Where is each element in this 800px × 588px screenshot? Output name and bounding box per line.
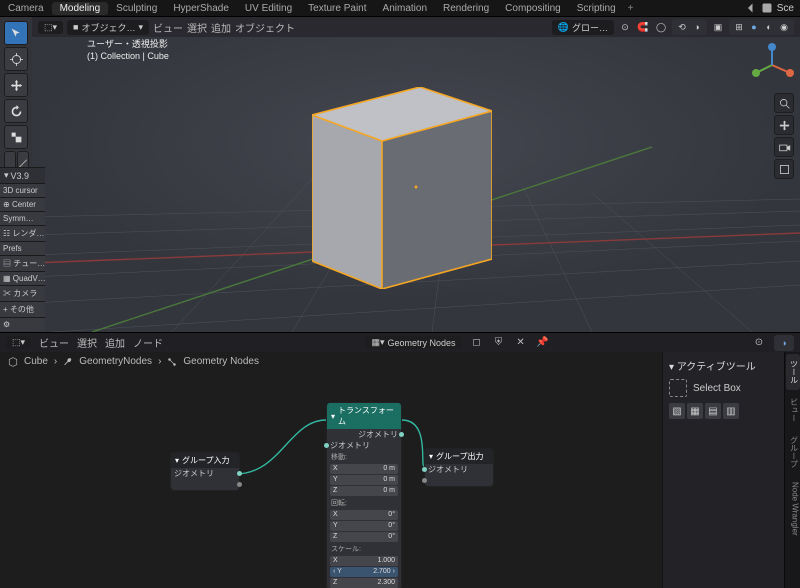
panel-tutorial[interactable]: ▤ チュー…: [0, 255, 45, 271]
ws-tab-uv[interactable]: UV Editing: [237, 2, 300, 15]
ws-tab-rendering[interactable]: Rendering: [435, 2, 497, 15]
cursor-tool[interactable]: [4, 47, 28, 71]
node-canvas[interactable]: Cube › GeometryNodes › Geometry Nodes ▾グ…: [0, 352, 662, 588]
scale-y-field[interactable]: ‹ Y2.700 ›: [330, 567, 398, 577]
node-transform[interactable]: ▾トランスフォーム ジオメトリ ジオメトリ 移動: X0 m Y0 m Z0 m…: [326, 402, 402, 588]
pivot-icon[interactable]: ⊙: [618, 20, 632, 34]
selmode-invert-icon[interactable]: ▥: [723, 403, 739, 419]
add-workspace-button[interactable]: +: [628, 3, 634, 14]
ws-tab-modeling[interactable]: Modeling: [52, 2, 109, 15]
material-shading-icon[interactable]: ◐: [762, 20, 776, 34]
breadcrumb-object[interactable]: Cube: [24, 356, 48, 367]
camera-view-icon[interactable]: [774, 137, 794, 157]
viewport-header: ⬚▾ ■ オブジェク… ▾ ビュー 選択 追加 オブジェクト 🌐 グロー… ⊙ …: [32, 17, 800, 37]
side-panel: ▾V3.9 3D cursor ⊕ Center Symm… ☷ レンダ… Pr…: [0, 167, 45, 331]
ws-tab-camera[interactable]: Camera: [0, 2, 52, 15]
scale-tool[interactable]: [4, 125, 28, 149]
snap-ne-icon[interactable]: ⊙: [752, 336, 766, 350]
wireframe-shading-icon[interactable]: ⊞: [732, 20, 746, 34]
ws-tab-hypershade[interactable]: HyperShade: [165, 2, 237, 15]
panel-other[interactable]: + その他: [0, 301, 45, 317]
ws-tab-scripting[interactable]: Scripting: [569, 2, 624, 15]
select-box-icon: [669, 379, 687, 397]
panel-prefs[interactable]: Prefs: [0, 241, 45, 255]
shading-pill: ⊞ ● ◐ ◉: [729, 19, 794, 35]
mode-dropdown[interactable]: ■ オブジェク… ▾: [67, 20, 149, 35]
menu-select[interactable]: 選択: [187, 20, 207, 35]
zoom-icon[interactable]: [774, 93, 794, 113]
close-nodetree-icon[interactable]: ✕: [514, 336, 528, 350]
menu-add[interactable]: 追加: [211, 20, 231, 35]
node-editor-header: ⬚▾ ビュー 選択 追加 ノード ▦▾ Geometry Nodes ◻ ⛨ ✕…: [0, 332, 800, 352]
pan-icon[interactable]: [774, 115, 794, 135]
node-group-input[interactable]: ▾グループ入力 ジオメトリ: [170, 452, 240, 491]
back-icon[interactable]: [745, 2, 757, 14]
ws-tab-animation[interactable]: Animation: [375, 2, 435, 15]
ne-menu-add[interactable]: 追加: [105, 335, 125, 350]
editor-type-dropdown[interactable]: ⬚▾: [38, 21, 63, 34]
scene-icon[interactable]: [761, 2, 773, 14]
nav-gizmo[interactable]: [750, 43, 794, 87]
breadcrumb: Cube › GeometryNodes › Geometry Nodes: [8, 356, 259, 367]
origin-dot: [415, 186, 418, 189]
pin-icon[interactable]: 📌: [536, 336, 550, 350]
vtab-view[interactable]: ビュー: [786, 392, 800, 428]
rotate-tool[interactable]: [4, 99, 28, 123]
ne-editor-type-dropdown[interactable]: ⬚▾: [6, 336, 31, 349]
wrench-icon: [63, 357, 73, 367]
panel-center[interactable]: ⊕ Center: [0, 197, 45, 211]
menu-view[interactable]: ビュー: [153, 20, 183, 35]
selmode-sub-icon[interactable]: ▤: [705, 403, 721, 419]
selmode-extend-icon[interactable]: ▦: [687, 403, 703, 419]
panel-header[interactable]: ▾V3.9: [0, 167, 45, 183]
select-box-tool[interactable]: [4, 21, 28, 45]
gizmo-toggle-icon[interactable]: ⟲: [675, 20, 689, 34]
overlay-toggle-icon[interactable]: ◑: [690, 20, 704, 34]
vtab-tool[interactable]: ツール: [786, 354, 800, 390]
snap-icon[interactable]: 🧲: [636, 20, 650, 34]
persp-ortho-icon[interactable]: [774, 159, 794, 179]
selmode-set-icon[interactable]: ▧: [669, 403, 685, 419]
ws-tab-sculpting[interactable]: Sculpting: [108, 2, 165, 15]
node-tree-selector[interactable]: ▦▾ Geometry Nodes: [365, 336, 461, 349]
breadcrumb-modifier[interactable]: GeometryNodes: [79, 356, 152, 367]
menu-object[interactable]: オブジェクト: [235, 20, 295, 35]
solid-shading-icon[interactable]: ●: [747, 20, 761, 34]
breadcrumb-tree[interactable]: Geometry Nodes: [183, 356, 259, 367]
pin-nodetree-icon[interactable]: ◻: [470, 336, 484, 350]
xray-icon[interactable]: ▣: [711, 20, 725, 34]
node-group-output[interactable]: ▾グループ出力 ジオメトリ: [424, 448, 494, 487]
panel-3d-cursor[interactable]: 3D cursor: [0, 183, 45, 197]
context-label: ユーザー・透視投影 (1) Collection | Cube: [87, 39, 169, 62]
ws-tab-texture[interactable]: Texture Paint: [300, 2, 374, 15]
ne-menu-node[interactable]: ノード: [133, 335, 163, 350]
cube-icon: [8, 357, 18, 367]
ws-tab-compositing[interactable]: Compositing: [497, 2, 569, 15]
panel-camera[interactable]: ✂ カメラ: [0, 285, 45, 301]
rendered-shading-icon[interactable]: ◉: [777, 20, 791, 34]
orientation-dropdown[interactable]: 🌐 グロー…: [552, 20, 614, 35]
panel-quadview[interactable]: ▦ QuadV…: [0, 271, 45, 285]
vtab-group[interactable]: グループ: [786, 430, 800, 474]
workspace-tab-bar: Camera Modeling Sculpting HyperShade UV …: [0, 0, 800, 17]
panel-render[interactable]: ☷ レンダ…: [0, 225, 45, 241]
proportional-icon[interactable]: ◯: [654, 20, 668, 34]
ne-menu-select[interactable]: 選択: [77, 335, 97, 350]
nodetree-icon: [167, 357, 177, 367]
move-tool[interactable]: [4, 73, 28, 97]
scene-name[interactable]: Sce: [777, 3, 794, 14]
cube-mesh[interactable]: [312, 87, 492, 289]
active-tool-select-box[interactable]: Select Box: [669, 379, 778, 397]
panel-blender[interactable]: ⚙: [0, 317, 45, 331]
3d-viewport[interactable]: ⬚▾ ■ オブジェク… ▾ ビュー 選択 追加 オブジェクト 🌐 グロー… ⊙ …: [32, 17, 800, 332]
node-sidebar: ▾ アクティブツール Select Box ▧ ▦ ▤ ▥: [662, 352, 784, 588]
overlay-pill: ⟲ ◑: [672, 19, 707, 35]
ne-menu-view[interactable]: ビュー: [39, 335, 69, 350]
panel-symm[interactable]: Symm…: [0, 211, 45, 225]
vtab-wrangler[interactable]: Node Wrangler: [786, 476, 800, 542]
overlay-ne-icon[interactable]: ◑: [777, 336, 791, 350]
shield-icon[interactable]: ⛨: [492, 336, 506, 350]
vertical-tabs: ツール ビュー グループ Node Wrangler: [784, 352, 800, 588]
